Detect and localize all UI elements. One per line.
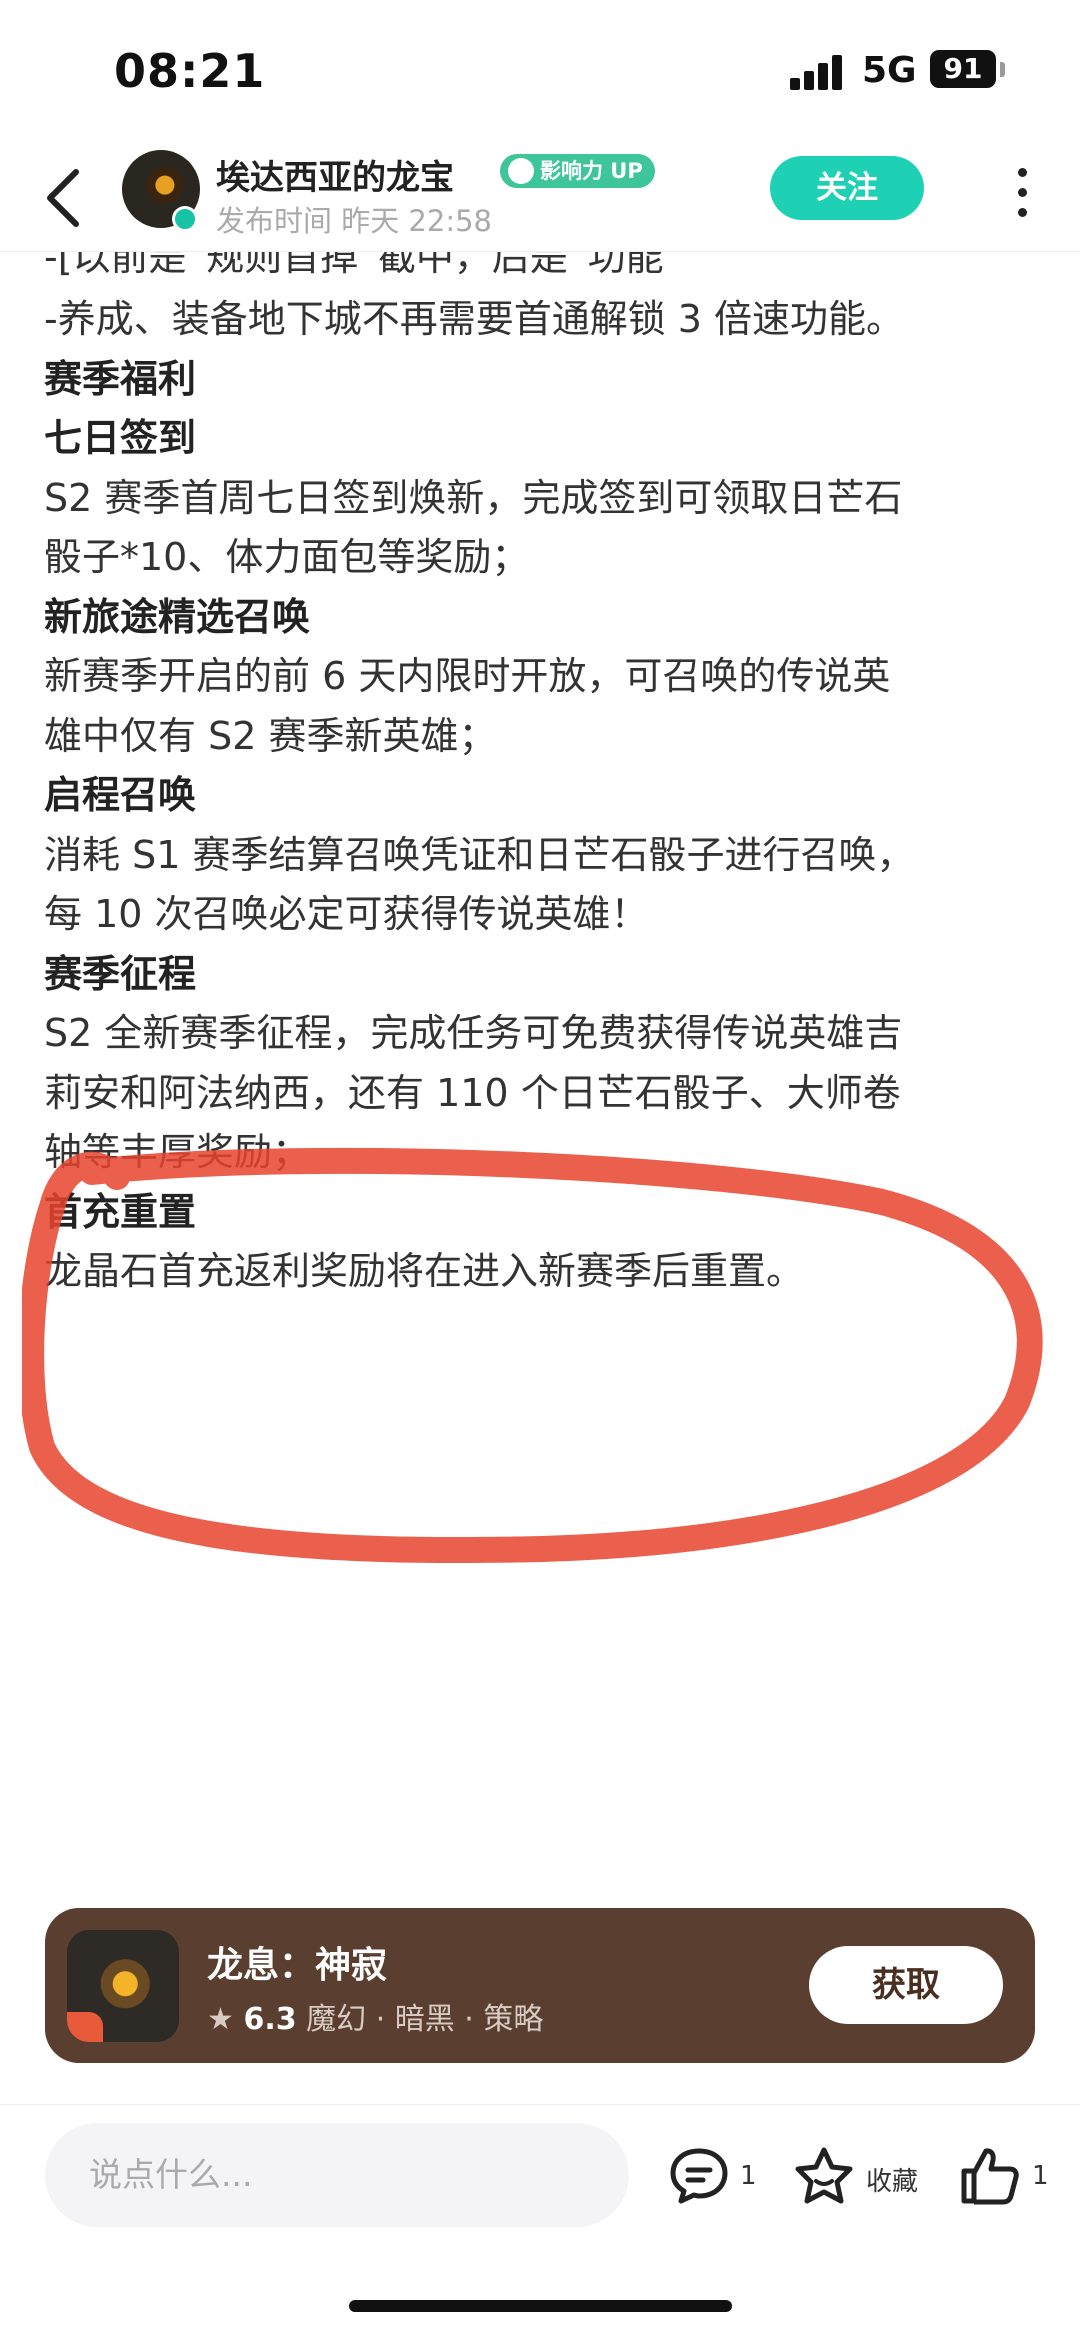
get-game-button[interactable]: 获取 [809, 1946, 1003, 2024]
favorite-label: 收藏 [866, 2167, 919, 2197]
paragraph-line: 每 10 次召唤必定可获得传说英雄！ [44, 892, 649, 936]
post-header: 埃达西亚的龙宝 影响力 UP 发布时间 昨天 22:58 关注 [0, 140, 1080, 252]
section-heading: 七日签到 [44, 416, 197, 460]
paragraph-line: 骰子*10、体力面包等奖励； [44, 535, 530, 579]
game-rating: 6.3 [243, 2002, 297, 2037]
influence-badge: 影响力 UP [500, 154, 655, 188]
more-icon[interactable] [1000, 162, 1044, 222]
back-icon [47, 169, 79, 227]
section-heading: 赛季征程 [44, 951, 197, 996]
favorite-button[interactable]: 收藏 [792, 2135, 932, 2215]
battery-cap [1000, 62, 1005, 77]
network-label: 5G [862, 50, 917, 91]
paragraph-line: S2 赛季首周七日签到焕新，完成签到可领取日芒石 [44, 475, 903, 520]
comment-icon [670, 2148, 728, 2204]
article-body: -[以前是“规则首掉”截中，后是“功能” -养成、装备地下城不再需要首通解锁 3… [0, 252, 1080, 1902]
signal-icon [790, 54, 850, 90]
verified-icon [172, 206, 198, 232]
paragraph-line: 雄中仅有 S2 赛季新英雄； [44, 713, 497, 758]
status-time: 08:21 [114, 44, 266, 98]
section-heading: 新旅途精选召唤 [44, 594, 311, 639]
paragraph-line: 消耗 S1 赛季结算召唤凭证和日芒石骰子进行召唤， [44, 832, 915, 877]
article-cut-line: -[以前是“规则首掉”截中，后是“功能” [44, 252, 684, 279]
paragraph-line: -养成、装备地下城不再需要首通解锁 3 倍速功能。 [44, 297, 905, 341]
favorite-icon [795, 2147, 853, 2204]
comment-button[interactable]: 1 [668, 2135, 768, 2215]
paragraph-line: 轴等丰厚奖励； [44, 1130, 311, 1174]
comment-count: 1 [740, 2161, 757, 2191]
paragraph-line: 龙晶石首充返利奖励将在进入新赛季后重置。 [44, 1249, 805, 1293]
author-name[interactable]: 埃达西亚的龙宝 [216, 150, 454, 199]
comment-input[interactable]: 说点什么... [45, 2123, 629, 2227]
paragraph-line: 新赛季开启的前 6 天内限时开放，可召唤的传说英 [44, 654, 891, 698]
game-tags: 魔幻 · 暗黑 · 策略 [306, 2002, 544, 2037]
game-title: 龙息：神寂 [207, 1945, 388, 1986]
publish-time: 发布时间 昨天 22:58 [216, 204, 493, 238]
section-heading: 启程召唤 [44, 773, 197, 817]
game-card[interactable]: 龙息：神寂 ★ 6.3 魔幻 · 暗黑 · 策略 获取 [45, 1908, 1035, 2063]
influence-badge-label: 影响力 UP [540, 159, 643, 183]
paragraph-line: S2 全新赛季征程，完成任务可免费获得传说英雄吉 [44, 1011, 903, 1055]
back-button[interactable] [36, 160, 96, 230]
battery-icon: 91 [930, 50, 996, 88]
follow-button[interactable]: 关注 [770, 156, 924, 220]
game-icon-tag [67, 2012, 103, 2042]
status-bar: 08:21 5G 91 [0, 0, 1080, 140]
home-indicator[interactable] [349, 2300, 732, 2312]
like-button[interactable]: 1 [958, 2135, 1058, 2215]
section-heading: 赛季福利 [44, 356, 197, 401]
section-heading: 首充重置 [44, 1189, 197, 1234]
paragraph-line: 莉安和阿法纳西，还有 110 个日芒石骰子、大师卷 [44, 1070, 901, 1115]
star-icon: ★ [207, 2002, 234, 2037]
game-icon [67, 1930, 179, 2042]
influence-icon [508, 158, 534, 184]
game-meta: ★ 6.3 魔幻 · 暗黑 · 策略 [207, 1994, 543, 2038]
like-count: 1 [1032, 2161, 1049, 2191]
like-icon [961, 2148, 1019, 2205]
